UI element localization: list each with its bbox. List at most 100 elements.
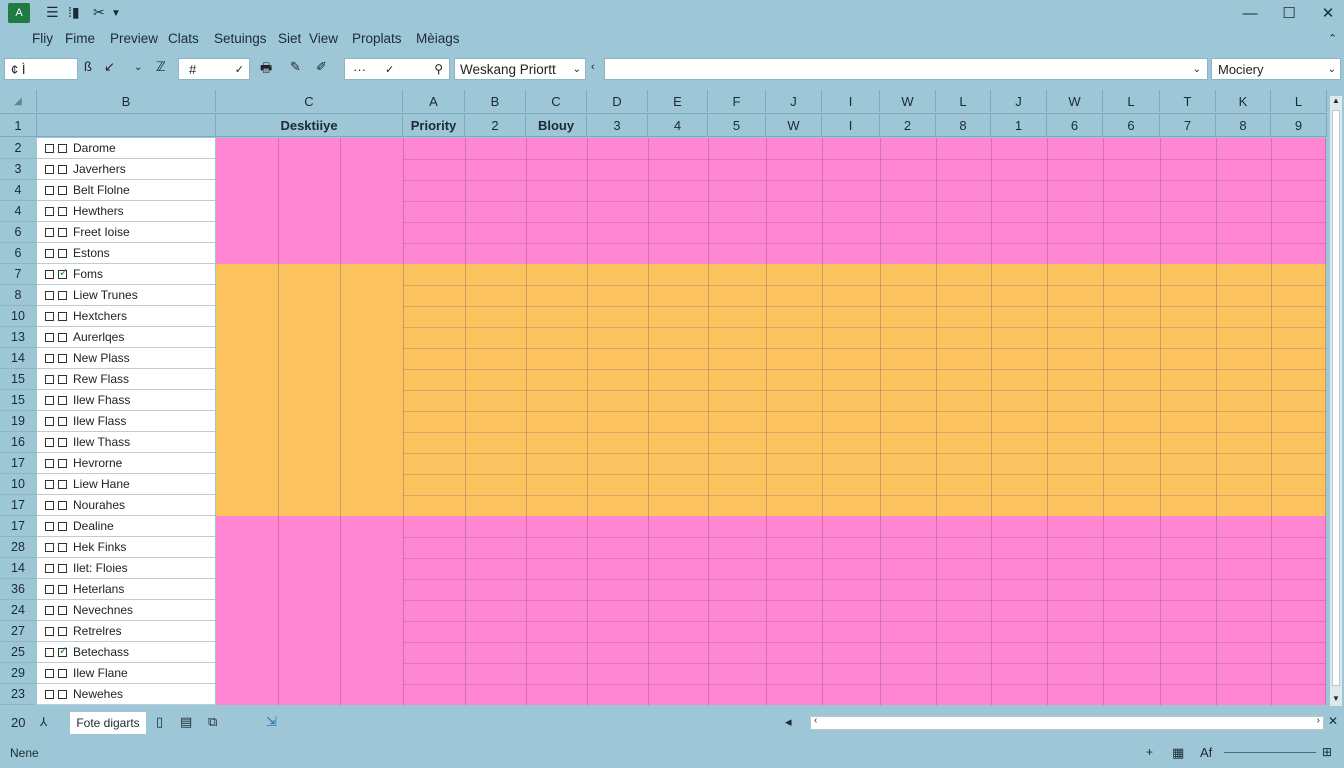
checkbox[interactable] [45, 437, 54, 447]
function-box[interactable]: ··· ✓ ⚲ [344, 58, 450, 80]
task-row[interactable]: Rew Flass [37, 369, 215, 390]
checkbox[interactable] [45, 332, 54, 342]
print-icon[interactable]: 🖶 [260, 59, 272, 81]
checkbox[interactable] [58, 185, 67, 195]
sheet-tab[interactable]: Fote digarts [70, 712, 146, 734]
row-number[interactable]: 17 [0, 516, 36, 537]
scrollbar-thumb[interactable] [1332, 110, 1340, 686]
font-icon[interactable]: ß [84, 59, 92, 74]
scroll-up-icon[interactable]: ▲ [1330, 96, 1342, 108]
row-number[interactable]: 4 [0, 180, 36, 201]
checkbox[interactable] [58, 689, 67, 699]
row-number[interactable]: 10 [0, 306, 36, 327]
task-row[interactable]: Ilew Flane [37, 663, 215, 684]
column-header[interactable]: B [465, 90, 526, 112]
checkbox[interactable] [45, 227, 54, 237]
task-row[interactable]: Betechass [37, 642, 215, 663]
task-row[interactable]: Foms [37, 264, 215, 285]
checkbox[interactable] [58, 668, 67, 678]
menu-item[interactable]: Setuings [214, 31, 267, 46]
checkbox[interactable] [58, 605, 67, 615]
column-header[interactable]: E [648, 90, 708, 112]
task-row[interactable]: Ilew Flass [37, 411, 215, 432]
maximize-icon[interactable]: ☐ [1276, 2, 1302, 24]
checkbox[interactable] [45, 290, 54, 300]
column-header[interactable]: C [526, 90, 587, 112]
checkbox[interactable] [45, 206, 54, 216]
checkbox[interactable] [45, 143, 54, 153]
checkbox[interactable] [45, 395, 54, 405]
checkbox[interactable] [58, 416, 67, 426]
task-row[interactable]: Dealine [37, 516, 215, 537]
checkbox[interactable] [58, 563, 67, 573]
column-header[interactable]: W [880, 90, 936, 112]
checkbox[interactable] [58, 542, 67, 552]
row-number[interactable]: 15 [0, 390, 36, 411]
checkbox[interactable] [45, 479, 54, 489]
header-cell[interactable]: 9 [1271, 113, 1327, 137]
task-row[interactable]: Ilew Fhass [37, 390, 215, 411]
checkbox[interactable] [45, 311, 54, 321]
checkbox[interactable] [58, 248, 67, 258]
task-row[interactable]: Hek Finks [37, 537, 215, 558]
checkbox[interactable] [45, 626, 54, 636]
checkbox[interactable] [45, 185, 54, 195]
chevron-right-icon[interactable]: › [1317, 715, 1320, 726]
scroll-down-icon[interactable]: ▼ [1330, 694, 1342, 706]
column-icon[interactable]: ⁞▮ [68, 4, 80, 21]
right-select[interactable]: Mociery ⌄ [1211, 58, 1341, 80]
checkbox[interactable] [45, 584, 54, 594]
column-header[interactable]: B [37, 90, 216, 112]
task-row[interactable]: Nourahes [37, 495, 215, 516]
header-cell[interactable]: 4 [648, 113, 708, 137]
minimize-icon[interactable]: — [1237, 2, 1263, 24]
column-header[interactable]: T [1160, 90, 1216, 112]
select-all-corner[interactable]: ◢ [0, 90, 37, 112]
row-number[interactable]: 28 [0, 537, 36, 558]
checkbox[interactable] [58, 626, 67, 636]
column-header[interactable]: A [403, 90, 465, 112]
row-number[interactable]: 29 [0, 663, 36, 684]
dropdown-icon[interactable]: ▼ [111, 8, 121, 19]
priority-select[interactable]: Weskang Priortt ⌄ [454, 58, 586, 80]
cursor-icon[interactable]: ⇲ [266, 714, 277, 730]
column-header[interactable]: D [587, 90, 648, 112]
checkbox[interactable] [58, 395, 67, 405]
chevron-left-icon[interactable]: ‹ [591, 61, 595, 73]
row-number[interactable]: 10 [0, 474, 36, 495]
menu-item[interactable]: Siet [278, 31, 301, 46]
hamburger-icon[interactable]: ☰ [46, 4, 59, 21]
checkbox[interactable] [58, 374, 67, 384]
page-layout-icon[interactable]: ⊞ [1322, 745, 1332, 759]
collapse-ribbon-icon[interactable]: ⌃ [1328, 32, 1337, 45]
menu-item[interactable]: Clats [168, 31, 199, 46]
checkbox[interactable] [58, 206, 67, 216]
task-row[interactable]: Newehes [37, 684, 215, 705]
row-number[interactable]: 17 [0, 453, 36, 474]
checkbox[interactable] [58, 332, 67, 342]
checkbox[interactable] [58, 437, 67, 447]
checkbox[interactable] [45, 248, 54, 258]
checkbox[interactable] [45, 563, 54, 573]
task-row[interactable]: Hewthers [37, 201, 215, 222]
header-cell[interactable]: 1 [991, 113, 1047, 137]
grid-icon[interactable]: ▦ [1172, 745, 1184, 761]
row-number[interactable]: 36 [0, 579, 36, 600]
row-number[interactable]: 6 [0, 222, 36, 243]
text-style-icon[interactable]: ℤ [156, 59, 166, 75]
checkbox[interactable] [45, 542, 54, 552]
add-sheet-icon[interactable]: ⅄ [40, 715, 47, 729]
header-cell[interactable]: 6 [1047, 113, 1103, 137]
checkbox[interactable] [45, 353, 54, 363]
header-cell[interactable]: 2 [465, 113, 526, 137]
header-cell[interactable]: 3 [587, 113, 648, 137]
header-cell[interactable]: 2 [880, 113, 936, 137]
checkbox[interactable] [58, 227, 67, 237]
checkbox[interactable] [58, 164, 67, 174]
menu-item[interactable]: Mèiags [416, 31, 460, 46]
row-number[interactable]: 14 [0, 348, 36, 369]
row-number[interactable]: 15 [0, 369, 36, 390]
header-cell[interactable]: 8 [1216, 113, 1271, 137]
checkbox[interactable] [45, 416, 54, 426]
checkbox[interactable] [58, 143, 67, 153]
